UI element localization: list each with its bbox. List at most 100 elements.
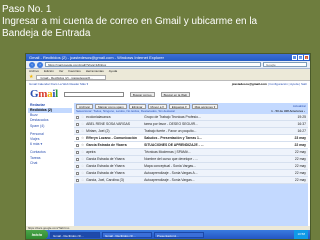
taskbar-item[interactable]: Presentación1... <box>154 231 204 238</box>
star-icon[interactable]: ☆ <box>81 129 84 133</box>
slide-title: Paso No. 1 Ingresar a mi cuenta de corre… <box>2 4 318 40</box>
mail-search-input[interactable] <box>63 91 124 97</box>
mail-row[interactable]: ☆ Miriam, Joel (2) Trabajo fuerte - Favor … <box>74 128 308 135</box>
mail-subject: SITUACIONES DE APRENDIZAJE - ... <box>144 143 204 147</box>
more-actions-button[interactable]: Más acciones ▾ <box>191 103 219 109</box>
sidebar-list: Recibidos (2) Buzz Destacados Spam (4) Perso… <box>28 108 72 166</box>
star-icon[interactable]: ☆ <box>81 171 84 175</box>
google-bar-links[interactable]: Gmail Calendar Docs La Web Reader Más ▾ <box>29 81 88 87</box>
address-bar-row: ‹ › https://mail.google.com/mail/?shva=1… <box>26 61 310 69</box>
taskbar-item[interactable]: Gmail - Recibidos (2)... <box>102 231 152 238</box>
sidebar-item[interactable]: Spam (4) <box>28 124 72 129</box>
mail-checkbox[interactable] <box>76 136 79 140</box>
mail-subject: Mapa conceptual - Sonia Vargas... <box>144 164 196 168</box>
mail-checkbox[interactable] <box>76 129 79 133</box>
minimize-icon[interactable]: _ <box>292 55 297 60</box>
gmail-sidebar: Redactar Recibidos (2) Buzz Destacados Spam… <box>28 103 72 230</box>
mail-date: 22 may <box>294 164 306 168</box>
mail-date: 22 may <box>294 143 307 147</box>
mail-sender: ABEL RENE SOSA VARGAS <box>86 122 131 126</box>
mail-subject: Autoaprendizaje - Sonia Vargas... <box>144 178 195 182</box>
mail-checkbox[interactable] <box>76 122 79 126</box>
select-links[interactable]: Seleccionar: Todos, Ninguno, Leídos, No … <box>76 109 175 113</box>
mail-sender: García Estrada de Ybarra <box>86 143 127 147</box>
mail-date: 16:37 <box>297 122 307 126</box>
start-button[interactable]: Inicio <box>26 230 48 239</box>
star-icon[interactable]: ☆ <box>81 178 84 182</box>
browser-tab[interactable]: Gmail - Recibidos (2) - jcastedesos@... <box>36 74 107 80</box>
delete-button[interactable]: Eliminar <box>128 103 146 109</box>
slide-title-line3: Bandeja de Entrada <box>2 28 91 39</box>
mail-checkbox[interactable] <box>76 143 79 147</box>
pager[interactable]: 1 - 50 de 328 Anteriores › <box>271 109 308 114</box>
star-icon[interactable]: ☆ <box>81 164 84 168</box>
mail-sender: ecolonialavanza <box>86 115 111 119</box>
mail-sender: Garcia Estrada de Ybarra <box>86 164 125 168</box>
slide-title-line1: Paso No. 1 <box>2 4 52 15</box>
mail-sender: Garcia Estrada de Ybarra <box>86 157 125 161</box>
mail-date: 22 may <box>294 150 306 154</box>
mail-subject: Autoaprendizaje - Sonia Vargas A... <box>144 171 198 175</box>
mail-sender: Efferyn Lozano - Comunicación <box>86 136 138 140</box>
mail-checkbox[interactable] <box>76 178 79 182</box>
forward-icon[interactable]: › <box>37 61 43 68</box>
star-icon[interactable]: ☆ <box>81 136 84 140</box>
mail-row[interactable]: ☆ Garcia Estrada de Ybarra Mapa conceptual… <box>74 163 308 170</box>
gmail-logo[interactable]: Gmail <box>30 88 58 100</box>
mail-checkbox[interactable] <box>76 164 79 168</box>
mail-row[interactable]: ☆ García Estrada de Ybarra SITUACIONES DE … <box>74 142 308 149</box>
mail-date: 19:25 <box>297 115 307 119</box>
labels-button[interactable]: Etiquetas ▾ <box>168 103 190 109</box>
mail-checkbox[interactable] <box>76 150 79 154</box>
refresh-link[interactable]: Actualizar <box>293 104 306 108</box>
mail-row[interactable]: ☆ Garcia, Joel, Carolina (3) Autoaprendiza… <box>74 177 308 184</box>
star-icon[interactable]: ☆ <box>81 157 84 161</box>
favorites-bar: ★ Gmail - Recibidos (2) - jcastedesos@..… <box>26 74 310 81</box>
sidebar-item[interactable]: 6 más ▾ <box>28 142 72 147</box>
move-to-button[interactable]: Mover a ▾ <box>147 103 167 109</box>
menu-ayuda[interactable]: Ayuda <box>109 69 117 74</box>
menu-herramientas[interactable]: Herramientas <box>86 69 104 74</box>
mail-row[interactable]: ☆ apeira Técnicas Modernas | SPAM#... 22 ma… <box>74 149 308 156</box>
sidebar-item[interactable]: Chat <box>28 161 72 166</box>
close-icon[interactable]: × <box>304 55 309 60</box>
mail-checkbox[interactable] <box>76 115 79 119</box>
browser-search-input[interactable]: Google <box>263 62 307 67</box>
mail-checkbox[interactable] <box>76 157 79 161</box>
mail-date: 22 may <box>294 157 306 161</box>
mail-row[interactable]: ☆ Garcia Estrada de Ybarra Autoaprendizaje… <box>74 170 308 177</box>
mail-subject: tarea por favor - DESEO SEGUIR... <box>144 122 198 126</box>
star-icon[interactable]: ☆ <box>81 122 84 126</box>
back-icon[interactable]: ‹ <box>29 61 35 68</box>
mail-row[interactable]: ☆ Garcia Estrada de Ybarra Nombre del curs… <box>74 156 308 163</box>
account-links[interactable]: | Configuración | Ayuda | Salir <box>268 82 307 86</box>
inbox-panel: Archivar Marcar como spam Eliminar Mover… <box>74 103 308 230</box>
menu-ver[interactable]: Ver <box>59 69 64 74</box>
star-icon[interactable]: ☆ <box>81 143 84 147</box>
gmail-page: Gmail Calendar Docs La Web Reader Más ▾ … <box>26 81 310 230</box>
archive-button[interactable]: Archivar <box>76 103 94 109</box>
address-input[interactable]: https://mail.google.com/mail/?shva=1#inb… <box>45 62 261 67</box>
menu-edicion[interactable]: Edición <box>44 69 54 74</box>
search-mail-button[interactable]: Buscar correo <box>129 91 155 97</box>
mail-row[interactable]: ☆ ecolonialavanza Grupo de Trabajo Tecnica… <box>74 114 308 121</box>
gmail-header: Gmail Buscar correo Buscar en la Web <box>26 87 310 101</box>
mail-row[interactable]: ☆ Efferyn Lozano - Comunicación Saludos - … <box>74 135 308 142</box>
maximize-icon[interactable]: □ <box>298 55 303 60</box>
browser-screenshot: Gmail - Recibidos (2) - jcastedesos@gmai… <box>25 53 311 240</box>
star-icon[interactable]: ☆ <box>81 115 84 119</box>
search-web-button[interactable]: Buscar en la Web <box>160 91 191 97</box>
mail-sender: Garcia, Joel, Carolina (3) <box>86 178 124 182</box>
mail-list: ☆ ecolonialavanza Grupo de Trabajo Tecnica… <box>74 114 308 184</box>
mail-row[interactable]: ☆ ABEL RENE SOSA VARGAS tarea por favor - … <box>74 121 308 128</box>
star-icon[interactable]: ★ <box>29 75 33 80</box>
star-icon[interactable]: ☆ <box>81 150 84 154</box>
spam-button[interactable]: Marcar como spam <box>95 103 127 109</box>
mail-date: 22 may <box>294 178 306 182</box>
account-area: jcastedesos@gmail.com | Configuración | … <box>232 81 307 87</box>
mail-subject: Grupo de Trabajo Tecnicas Profesio... <box>144 115 201 119</box>
mail-subject: Nombre del curso que develope - ... <box>144 157 199 161</box>
mail-checkbox[interactable] <box>76 171 79 175</box>
taskbar-item[interactable]: Gmail - Recibidos (2)... <box>50 231 100 238</box>
menu-favoritos[interactable]: Favoritos <box>68 69 80 74</box>
